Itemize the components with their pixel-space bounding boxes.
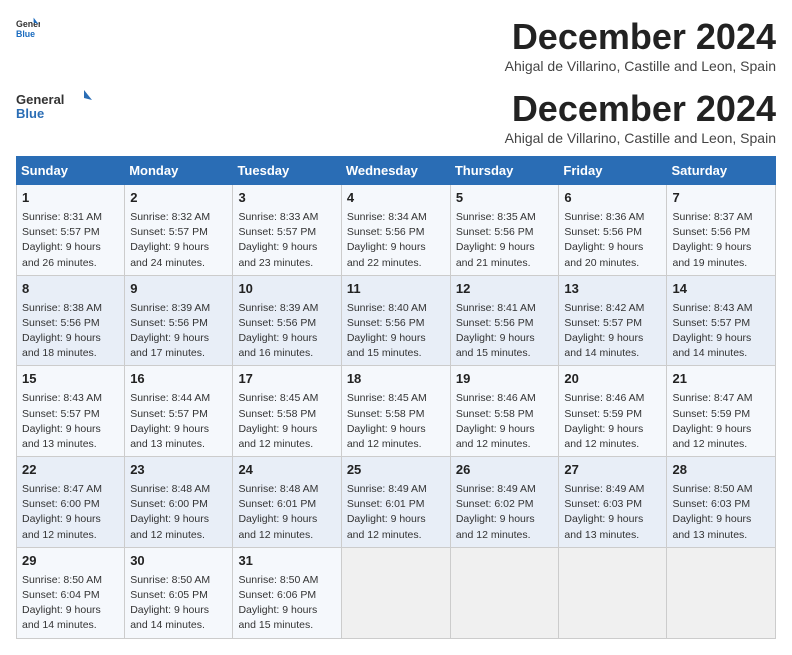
table-row: 10Sunrise: 8:39 AMSunset: 5:56 PMDayligh… xyxy=(233,275,341,366)
table-row: 19Sunrise: 8:46 AMSunset: 5:58 PMDayligh… xyxy=(450,366,559,457)
table-row: 8Sunrise: 8:38 AMSunset: 5:56 PMDaylight… xyxy=(17,275,125,366)
svg-text:General: General xyxy=(16,92,64,107)
right-header: December 2024 Ahigal de Villarino, Casti… xyxy=(505,88,776,146)
calendar-table: Sunday Monday Tuesday Wednesday Thursday… xyxy=(16,156,776,639)
svg-text:Blue: Blue xyxy=(16,106,44,121)
table-row xyxy=(450,547,559,638)
logo: General Blue xyxy=(16,16,40,40)
table-row: 12Sunrise: 8:41 AMSunset: 5:56 PMDayligh… xyxy=(450,275,559,366)
table-row: 27Sunrise: 8:49 AMSunset: 6:03 PMDayligh… xyxy=(559,457,667,548)
table-row: 16Sunrise: 8:44 AMSunset: 5:57 PMDayligh… xyxy=(125,366,233,457)
table-row: 6Sunrise: 8:36 AMSunset: 5:56 PMDaylight… xyxy=(559,185,667,276)
month-title: December 2024 xyxy=(505,16,776,58)
svg-text:Blue: Blue xyxy=(16,29,35,39)
table-row: 28Sunrise: 8:50 AMSunset: 6:03 PMDayligh… xyxy=(667,457,776,548)
table-row: 23Sunrise: 8:48 AMSunset: 6:00 PMDayligh… xyxy=(125,457,233,548)
table-row: 14Sunrise: 8:43 AMSunset: 5:57 PMDayligh… xyxy=(667,275,776,366)
table-row: 9Sunrise: 8:39 AMSunset: 5:56 PMDaylight… xyxy=(125,275,233,366)
logo-area: General Blue xyxy=(16,88,96,124)
header-saturday: Saturday xyxy=(667,157,776,185)
svg-text:General: General xyxy=(16,19,40,29)
table-row xyxy=(341,547,450,638)
table-row: 17Sunrise: 8:45 AMSunset: 5:58 PMDayligh… xyxy=(233,366,341,457)
logo-svg: General Blue xyxy=(16,88,96,124)
table-row: 26Sunrise: 8:49 AMSunset: 6:02 PMDayligh… xyxy=(450,457,559,548)
table-row: 11Sunrise: 8:40 AMSunset: 5:56 PMDayligh… xyxy=(341,275,450,366)
table-row: 13Sunrise: 8:42 AMSunset: 5:57 PMDayligh… xyxy=(559,275,667,366)
general-blue-logo-icon: General Blue xyxy=(16,16,40,40)
table-row: 30Sunrise: 8:50 AMSunset: 6:05 PMDayligh… xyxy=(125,547,233,638)
table-row: 7Sunrise: 8:37 AMSunset: 5:56 PMDaylight… xyxy=(667,185,776,276)
header-tuesday: Tuesday xyxy=(233,157,341,185)
table-row: 5Sunrise: 8:35 AMSunset: 5:56 PMDaylight… xyxy=(450,185,559,276)
header-thursday: Thursday xyxy=(450,157,559,185)
title-block: December 2024 Ahigal de Villarino, Casti… xyxy=(505,16,776,84)
table-row: 22Sunrise: 8:47 AMSunset: 6:00 PMDayligh… xyxy=(17,457,125,548)
table-row: 31Sunrise: 8:50 AMSunset: 6:06 PMDayligh… xyxy=(233,547,341,638)
table-row: 4Sunrise: 8:34 AMSunset: 5:56 PMDaylight… xyxy=(341,185,450,276)
subtitle-main: Ahigal de Villarino, Castille and Leon, … xyxy=(505,130,776,146)
table-row: 24Sunrise: 8:48 AMSunset: 6:01 PMDayligh… xyxy=(233,457,341,548)
table-row xyxy=(559,547,667,638)
table-row xyxy=(667,547,776,638)
table-row: 21Sunrise: 8:47 AMSunset: 5:59 PMDayligh… xyxy=(667,366,776,457)
table-row: 29Sunrise: 8:50 AMSunset: 6:04 PMDayligh… xyxy=(17,547,125,638)
table-row: 2Sunrise: 8:32 AMSunset: 5:57 PMDaylight… xyxy=(125,185,233,276)
header-monday: Monday xyxy=(125,157,233,185)
table-row: 25Sunrise: 8:49 AMSunset: 6:01 PMDayligh… xyxy=(341,457,450,548)
table-row: 20Sunrise: 8:46 AMSunset: 5:59 PMDayligh… xyxy=(559,366,667,457)
table-row: 15Sunrise: 8:43 AMSunset: 5:57 PMDayligh… xyxy=(17,366,125,457)
header-sunday: Sunday xyxy=(17,157,125,185)
table-row: 18Sunrise: 8:45 AMSunset: 5:58 PMDayligh… xyxy=(341,366,450,457)
page-header: General Blue December 2024 Ahigal de Vil… xyxy=(16,16,776,84)
header-row: Sunday Monday Tuesday Wednesday Thursday… xyxy=(17,157,776,185)
header-wednesday: Wednesday xyxy=(341,157,450,185)
location-subtitle: Ahigal de Villarino, Castille and Leon, … xyxy=(505,58,776,74)
header-friday: Friday xyxy=(559,157,667,185)
month-title-main: December 2024 xyxy=(505,88,776,130)
table-row: 3Sunrise: 8:33 AMSunset: 5:57 PMDaylight… xyxy=(233,185,341,276)
table-row: 1Sunrise: 8:31 AMSunset: 5:57 PMDaylight… xyxy=(17,185,125,276)
